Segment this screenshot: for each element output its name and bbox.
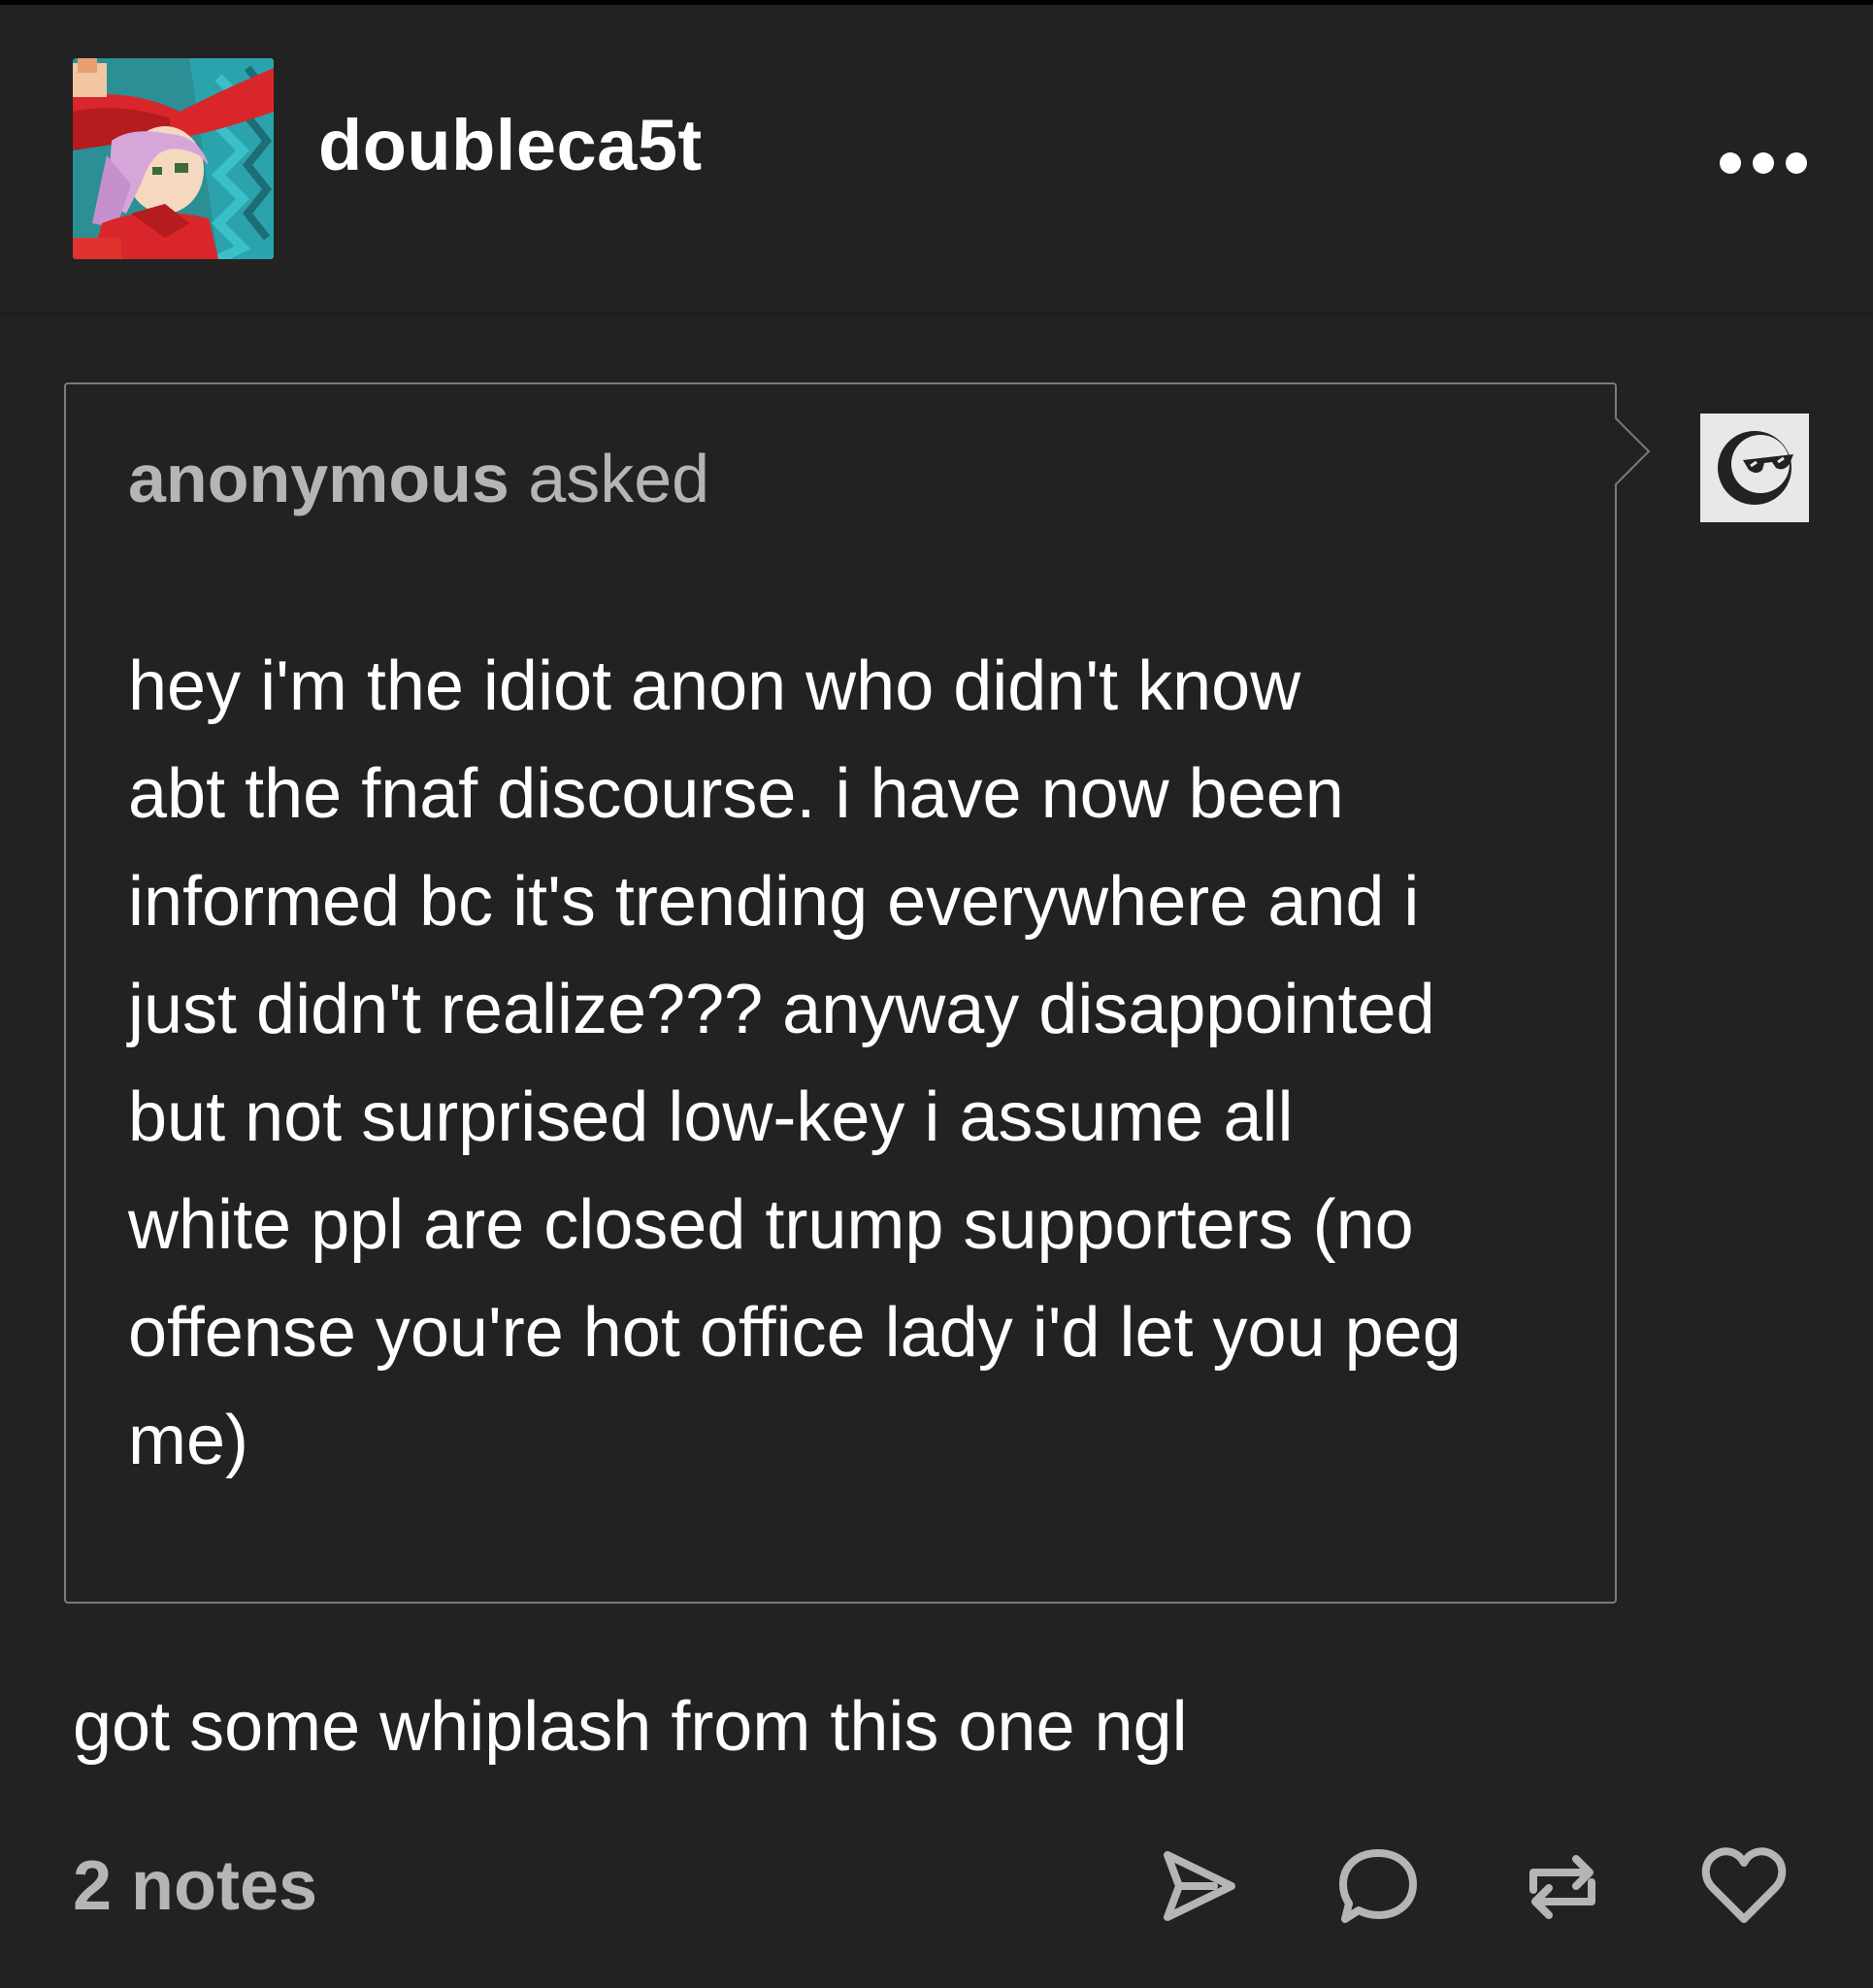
share-icon (1164, 1851, 1235, 1921)
share-button[interactable] (1155, 1842, 1242, 1930)
post-footer: 2 notes (0, 1825, 1873, 1951)
more-options-button[interactable] (1720, 141, 1807, 185)
post-header: doubleca5t (0, 5, 1873, 315)
ask-header: anonymous asked (128, 445, 709, 513)
more-options-icon-dot (1753, 152, 1774, 174)
reblog-button[interactable] (1519, 1842, 1606, 1930)
more-options-icon-dot (1786, 152, 1807, 174)
ask-verb: asked (509, 441, 710, 516)
blog-avatar[interactable] (73, 58, 274, 259)
pixel-art-witch-avatar-icon (73, 58, 274, 259)
ask-body: hey i'm the idiot anon who didn't know a… (128, 647, 1462, 1479)
reblog-icon (1529, 1855, 1595, 1919)
asker-name: anonymous (128, 441, 509, 516)
blog-name[interactable]: doubleca5t (318, 110, 703, 182)
like-icon (1701, 1847, 1787, 1923)
reply-text: got some whiplash from this one ngl (73, 1688, 1188, 1766)
anonymous-avatar[interactable] (1700, 414, 1809, 522)
more-options-icon (1720, 152, 1741, 174)
notes-count[interactable]: 2 notes (73, 1851, 317, 1921)
reply-button[interactable] (1334, 1842, 1422, 1930)
anonymous-sunglasses-icon (1718, 431, 1793, 505)
reply-icon (1339, 1849, 1417, 1923)
like-button[interactable] (1700, 1842, 1788, 1930)
